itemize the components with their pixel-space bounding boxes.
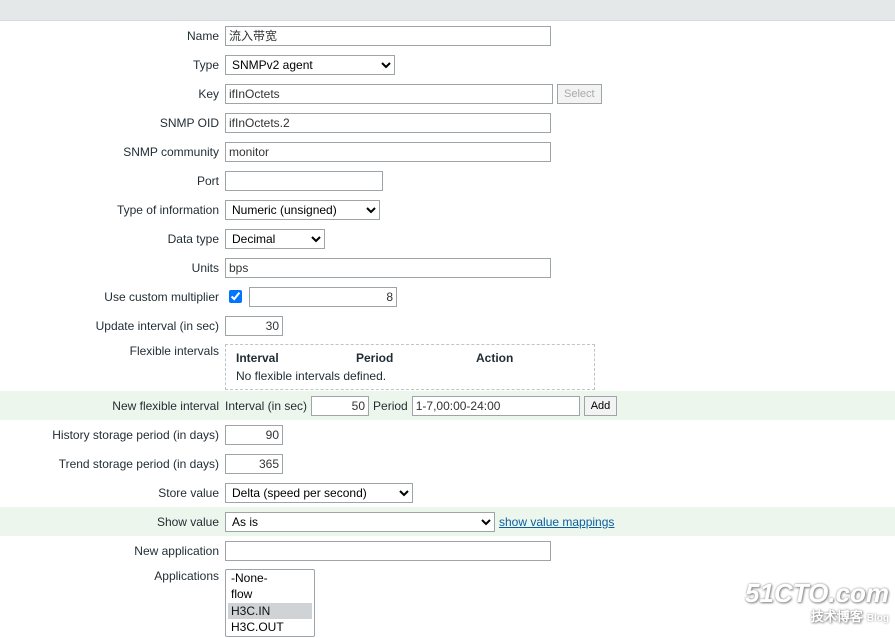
label-show-value: Show value bbox=[0, 515, 225, 529]
snmp-oid-input[interactable] bbox=[225, 113, 551, 133]
label-port: Port bbox=[0, 174, 225, 188]
new-flex-period-label: Period bbox=[373, 399, 408, 413]
flex-intervals-table: Interval Period Action No flexible inter… bbox=[225, 344, 595, 390]
flex-header-action: Action bbox=[476, 351, 584, 365]
new-flex-interval-input[interactable] bbox=[311, 396, 369, 416]
history-input[interactable] bbox=[225, 425, 283, 445]
label-update-interval: Update interval (in sec) bbox=[0, 319, 225, 333]
trend-input[interactable] bbox=[225, 454, 283, 474]
show-value-select[interactable]: As is bbox=[225, 512, 495, 532]
key-input[interactable] bbox=[225, 84, 553, 104]
applications-select[interactable]: -None- flow H3C.IN H3C.OUT bbox=[225, 569, 315, 637]
label-flex-intervals: Flexible intervals bbox=[0, 344, 225, 358]
data-type-select[interactable]: Decimal bbox=[225, 229, 325, 249]
list-item[interactable]: H3C.OUT bbox=[228, 619, 312, 635]
label-multiplier: Use custom multiplier bbox=[0, 290, 225, 304]
units-input[interactable] bbox=[225, 258, 551, 278]
label-applications: Applications bbox=[0, 569, 225, 583]
label-store-value: Store value bbox=[0, 486, 225, 500]
flex-header-interval: Interval bbox=[236, 351, 356, 365]
store-value-select[interactable]: Delta (speed per second) bbox=[225, 483, 413, 503]
label-new-flex: New flexible interval bbox=[0, 399, 225, 413]
label-type: Type bbox=[0, 58, 225, 72]
select-button: Select bbox=[557, 84, 602, 104]
show-value-mappings-link[interactable]: show value mappings bbox=[499, 515, 614, 529]
flex-header-period: Period bbox=[356, 351, 476, 365]
label-type-info: Type of information bbox=[0, 203, 225, 217]
list-item[interactable]: flow bbox=[228, 586, 312, 602]
label-data-type: Data type bbox=[0, 232, 225, 246]
snmp-community-input[interactable] bbox=[225, 142, 551, 162]
label-key: Key bbox=[0, 87, 225, 101]
new-flex-period-input[interactable] bbox=[412, 396, 580, 416]
label-new-application: New application bbox=[0, 544, 225, 558]
new-flex-interval-label: Interval (in sec) bbox=[225, 399, 307, 413]
flex-empty-msg: No flexible intervals defined. bbox=[236, 369, 584, 383]
top-bar bbox=[0, 0, 895, 21]
list-item[interactable]: -None- bbox=[228, 570, 312, 586]
label-units: Units bbox=[0, 261, 225, 275]
multiplier-checkbox[interactable] bbox=[229, 290, 242, 303]
label-snmp-oid: SNMP OID bbox=[0, 116, 225, 130]
label-name: Name bbox=[0, 29, 225, 43]
label-history: History storage period (in days) bbox=[0, 428, 225, 442]
type-info-select[interactable]: Numeric (unsigned) bbox=[225, 200, 380, 220]
label-trend: Trend storage period (in days) bbox=[0, 457, 225, 471]
list-item[interactable]: H3C.IN bbox=[228, 603, 312, 619]
name-input[interactable] bbox=[225, 26, 551, 46]
port-input[interactable] bbox=[225, 171, 383, 191]
label-snmp-community: SNMP community bbox=[0, 145, 225, 159]
add-button[interactable]: Add bbox=[584, 396, 618, 416]
multiplier-input[interactable] bbox=[249, 287, 397, 307]
new-application-input[interactable] bbox=[225, 541, 551, 561]
update-interval-input[interactable] bbox=[225, 316, 283, 336]
type-select[interactable]: SNMPv2 agent bbox=[225, 55, 395, 75]
